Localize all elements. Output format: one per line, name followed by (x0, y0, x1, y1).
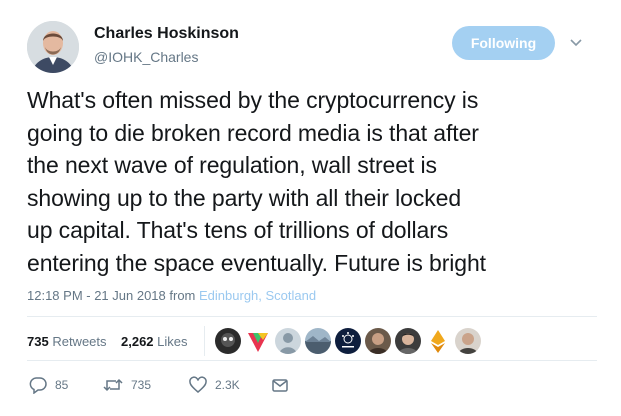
author-handle[interactable]: @IOHK_Charles (94, 49, 198, 65)
liker-avatar-dark[interactable] (215, 328, 241, 354)
liker-avatar-person[interactable] (395, 328, 421, 354)
divider (27, 360, 597, 361)
liker-avatar-person[interactable] (365, 328, 391, 354)
tweet-timestamp[interactable]: 12:18 PM - 21 Jun 2018 (27, 288, 166, 303)
likes-count: 2,262 (121, 334, 154, 349)
retweets-label: Retweets (52, 334, 107, 349)
tweet-header: Charles Hoskinson @IOHK_Charles Followin… (27, 18, 597, 74)
mail-icon (271, 376, 289, 394)
liker-avatar-person[interactable] (455, 328, 481, 354)
tweet-line: the next wave of regulation, wall street… (27, 152, 437, 178)
reply-count: 85 (55, 378, 69, 392)
tweet-line: showing up to the party with all their l… (27, 184, 462, 211)
retweet-button[interactable]: 735 (103, 376, 151, 394)
liker-avatar-cardano[interactable] (335, 328, 361, 354)
like-button[interactable]: 2.3K (189, 376, 240, 394)
tweet-line: going to die broken record media is that… (27, 119, 479, 146)
author-avatar[interactable] (27, 21, 79, 73)
direct-message-button[interactable] (271, 376, 289, 394)
stats-separator (204, 326, 205, 356)
tweet-stats: 735 Retweets 2,262 Likes (27, 326, 597, 356)
divider (27, 316, 597, 317)
retweets-stat[interactable]: 735 Retweets (27, 334, 107, 349)
likes-stat[interactable]: 2,262 Likes (121, 334, 188, 349)
reply-icon (29, 376, 47, 394)
tweet-location[interactable]: Edinburgh, Scotland (199, 288, 316, 303)
tweet-line: What's often missed by the cryptocurrenc… (27, 87, 479, 113)
retweets-count: 735 (27, 334, 49, 349)
liker-avatar-default[interactable] (275, 328, 301, 354)
liker-avatar-ethereum[interactable] (425, 328, 451, 354)
author-name[interactable]: Charles Hoskinson (94, 25, 239, 43)
retweet-count: 735 (131, 378, 152, 392)
reply-button[interactable]: 85 (29, 376, 68, 394)
tweet-meta: 12:18 PM - 21 Jun 2018 from Edinburgh, S… (27, 288, 316, 303)
liker-avatar-landscape[interactable] (305, 328, 331, 354)
likes-label: Likes (157, 334, 188, 349)
tweet-line: up capital. That's tens of trillions of … (27, 217, 449, 243)
from-label: from (169, 288, 196, 303)
heart-icon (189, 376, 207, 394)
tweet-line: entering the space eventually. Future is… (27, 249, 486, 276)
following-button[interactable]: Following (452, 26, 555, 60)
tweet-text: What's often missed by the cryptocurrenc… (27, 84, 597, 279)
tweet-actions: 85 735 2.3K (27, 374, 327, 398)
retweet-icon (103, 376, 123, 394)
like-count: 2.3K (215, 378, 240, 392)
liker-avatar-colorful[interactable] (245, 328, 271, 354)
chevron-down-icon[interactable] (568, 34, 584, 50)
